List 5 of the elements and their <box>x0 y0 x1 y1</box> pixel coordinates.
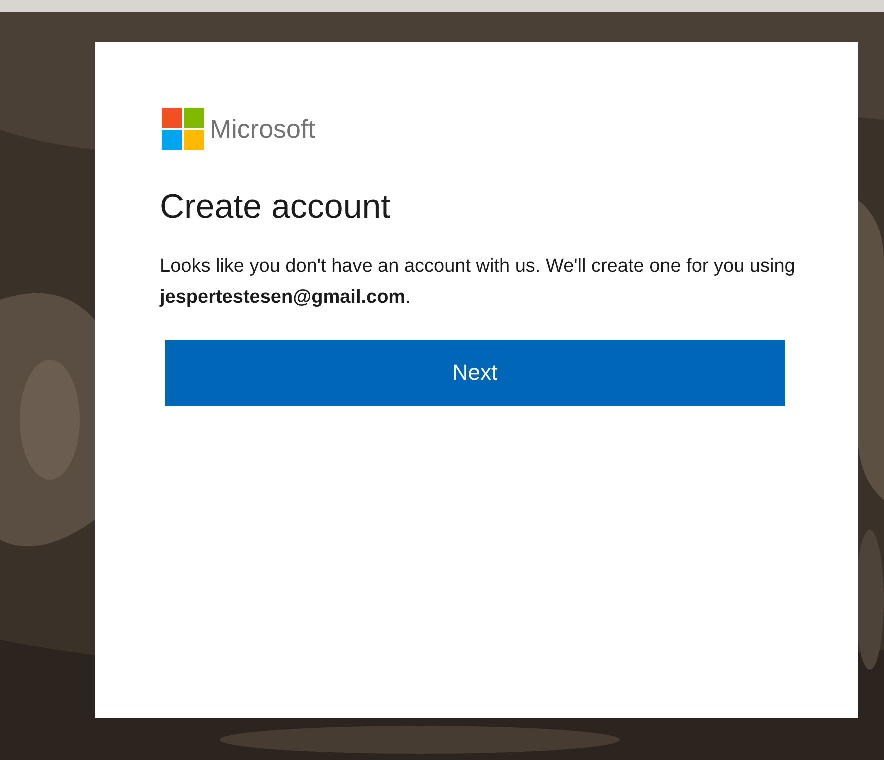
brand-name: Microsoft <box>210 114 316 144</box>
page-title: Create account <box>160 188 392 227</box>
next-button[interactable]: Next <box>165 340 785 406</box>
four-squares-logo-icon <box>162 108 204 150</box>
message-text: Looks like you don't have an account with us. We'll create one for you using jespertestesen@gmail.com. <box>160 255 796 310</box>
